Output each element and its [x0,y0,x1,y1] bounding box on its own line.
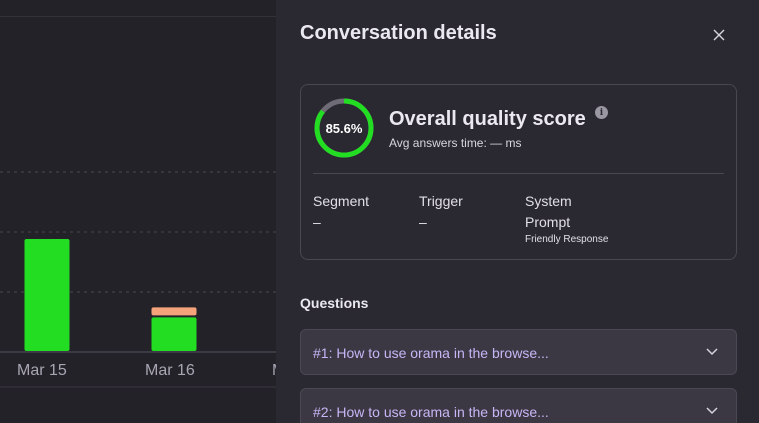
bar-mar-15-series-1[interactable] [24,239,70,351]
question-label: #2: How to use orama in the browse... [313,404,549,420]
conversation-details-panel: Conversation details 85.6% Overall quali… [276,0,759,423]
segment-value: – [313,214,321,230]
system-prompt-label-line2: Prompt [525,214,571,230]
quality-score-gauge: 85.6% [313,97,375,159]
system-prompt-label-line1: System [525,193,572,209]
chart-canvas [0,171,276,388]
question-item[interactable]: #1: How to use orama in the browse... [300,329,737,375]
chevron-down-icon [706,348,718,356]
chevron-down-icon [706,407,718,415]
quality-score-value: 85.6% [325,120,363,136]
trigger-value: – [419,214,427,230]
usage-chart: Mar 15 Mar 16 M [0,0,285,423]
system-prompt-value: Friendly Response [525,234,609,245]
segment-label: Segment [313,193,370,209]
avg-answer-time: Avg answers time: — ms [389,136,522,150]
panel-title: Conversation details [300,22,497,44]
trigger-label: Trigger [419,193,463,209]
bar-mar-16-series-2[interactable] [151,307,197,316]
quality-score-card: 85.6% Overall quality score i Avg answer… [300,84,737,260]
close-icon [713,29,725,41]
question-label: #1: How to use orama in the browse... [313,345,549,361]
questions-heading: Questions [300,295,369,311]
card-divider [313,173,724,174]
question-item[interactable]: #2: How to use orama in the browse... [300,388,737,423]
x-tick-label: Mar 15 [17,362,67,379]
bar-mar-16-series-1[interactable] [151,317,197,351]
quality-score-title: Overall quality score [389,108,586,130]
x-tick-label: Mar 16 [145,362,195,379]
close-button[interactable] [708,24,730,46]
info-icon[interactable]: i [595,106,608,119]
